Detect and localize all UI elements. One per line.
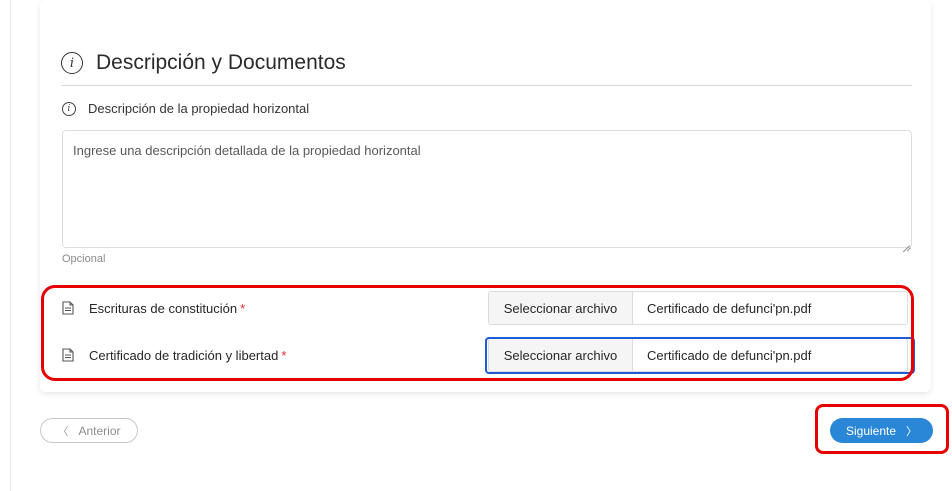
info-icon: i bbox=[61, 52, 83, 74]
section-divider bbox=[61, 85, 912, 86]
description-textarea[interactable] bbox=[62, 130, 912, 248]
description-helper-text: Opcional bbox=[62, 253, 106, 265]
previous-button-label: Anterior bbox=[78, 423, 121, 438]
section-header: i Descripción y Documentos bbox=[61, 46, 346, 80]
page-left-border bbox=[10, 0, 11, 491]
info-icon: i bbox=[62, 101, 76, 116]
description-label: i Descripción de la propiedad horizontal bbox=[62, 101, 309, 116]
previous-button[interactable]: 〈 Anterior bbox=[40, 418, 138, 443]
description-label-text: Descripción de la propiedad horizontal bbox=[88, 101, 310, 116]
annotation-highlight-next bbox=[815, 404, 949, 454]
resize-grip-icon[interactable] bbox=[903, 239, 910, 246]
section-title: Descripción y Documentos bbox=[96, 51, 346, 74]
annotation-highlight-documents bbox=[41, 285, 914, 381]
chevron-left-icon: 〈 bbox=[57, 425, 69, 438]
